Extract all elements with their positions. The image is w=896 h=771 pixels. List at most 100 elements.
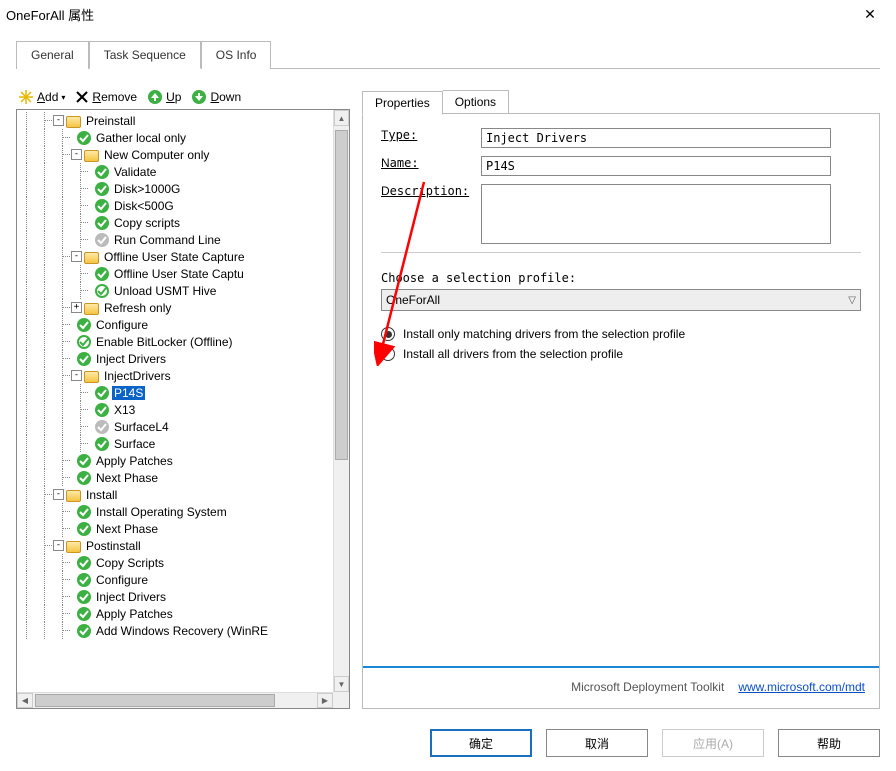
tree-node[interactable]: -New Computer only (17, 146, 333, 163)
up-button[interactable]: Up (147, 89, 181, 105)
tree-node[interactable]: SurfaceL4 (17, 418, 333, 435)
status-check-icon (95, 165, 109, 179)
tab-os-info[interactable]: OS Info (201, 41, 272, 69)
tree-node[interactable]: Run Command Line (17, 231, 333, 248)
subtab-options[interactable]: Options (443, 90, 509, 114)
scroll-left-icon[interactable]: ◀ (17, 693, 33, 708)
status-check-icon (95, 284, 109, 298)
tree-node[interactable]: -Offline User State Capture (17, 248, 333, 265)
tree-node[interactable]: Install Operating System (17, 503, 333, 520)
selection-profile-dropdown[interactable]: OneForAll ▽ (381, 289, 861, 311)
collapse-icon[interactable]: - (53, 540, 64, 551)
tree-node[interactable]: Offline User State Captu (17, 265, 333, 282)
tree-node[interactable]: Enable BitLocker (Offline) (17, 333, 333, 350)
tree-node[interactable]: Disk>1000G (17, 180, 333, 197)
tree-node[interactable]: -Preinstall (17, 112, 333, 129)
status-check-icon (95, 420, 109, 434)
tree-node[interactable]: Next Phase (17, 520, 333, 537)
tree-node[interactable]: Configure (17, 571, 333, 588)
expand-icon[interactable]: + (71, 302, 82, 313)
help-button[interactable]: 帮助 (778, 729, 880, 757)
scroll-thumb[interactable] (335, 130, 348, 460)
tab-general[interactable]: General (16, 41, 89, 69)
tree-node[interactable]: -Postinstall (17, 537, 333, 554)
sparkle-icon (18, 89, 34, 105)
collapse-icon[interactable]: - (53, 489, 64, 500)
tree-node-label: Next Phase (94, 471, 160, 485)
task-sequence-tree[interactable]: -PreinstallGather local only-New Compute… (16, 109, 350, 709)
tree-node-label: P14S (112, 386, 145, 400)
status-check-icon (95, 386, 109, 400)
collapse-icon[interactable]: - (53, 115, 64, 126)
main-tab-strip: General Task Sequence OS Info (16, 40, 880, 69)
ok-button[interactable]: 确定 (430, 729, 532, 757)
status-check-icon (77, 607, 91, 621)
remove-button[interactable]: Remove (75, 90, 137, 104)
tree-node[interactable]: Validate (17, 163, 333, 180)
status-check-icon (77, 573, 91, 587)
subtab-properties[interactable]: Properties (362, 91, 443, 115)
tree-node[interactable]: +Refresh only (17, 299, 333, 316)
radio-install-matching-label: Install only matching drivers from the s… (403, 327, 685, 341)
tree-node[interactable]: Configure (17, 316, 333, 333)
tree-node[interactable]: Apply Patches (17, 452, 333, 469)
tab-task-sequence[interactable]: Task Sequence (89, 41, 201, 69)
folder-icon (84, 371, 99, 383)
tree-node[interactable]: Inject Drivers (17, 350, 333, 367)
tree-node-label: Enable BitLocker (Offline) (94, 335, 235, 349)
add-button[interactable]: Add ▾ (18, 89, 65, 105)
folder-icon (84, 303, 99, 315)
collapse-icon[interactable]: - (71, 370, 82, 381)
vertical-scrollbar[interactable]: ▲ ▼ (333, 110, 349, 692)
x-icon (75, 90, 89, 104)
tree-node-label: SurfaceL4 (112, 420, 171, 434)
tree-node[interactable]: Surface (17, 435, 333, 452)
tree-node[interactable]: Copy scripts (17, 214, 333, 231)
description-label: Description: (381, 184, 481, 198)
radio-install-matching[interactable] (381, 327, 395, 341)
horizontal-scrollbar[interactable]: ◀ ▶ (17, 692, 333, 708)
tree-node[interactable]: Inject Drivers (17, 588, 333, 605)
tree-node-label: Surface (112, 437, 157, 451)
tree-node-label: Next Phase (94, 522, 160, 536)
tree-node[interactable]: -InjectDrivers (17, 367, 333, 384)
scroll-down-icon[interactable]: ▼ (334, 676, 349, 692)
description-field[interactable] (481, 184, 831, 244)
mdt-link[interactable]: www.microsoft.com/mdt (738, 680, 865, 694)
tree-node[interactable]: Copy Scripts (17, 554, 333, 571)
scroll-right-icon[interactable]: ▶ (317, 693, 333, 708)
name-field[interactable] (481, 156, 831, 176)
collapse-icon[interactable]: - (71, 251, 82, 262)
status-check-icon (77, 335, 91, 349)
scroll-thumb-h[interactable] (35, 694, 275, 707)
tree-node[interactable]: -Install (17, 486, 333, 503)
brand-text: Microsoft Deployment Toolkit (571, 680, 724, 694)
tree-node[interactable]: Apply Patches (17, 605, 333, 622)
tree-node[interactable]: Gather local only (17, 129, 333, 146)
profile-label: Choose a selection profile: (381, 271, 861, 285)
tree-node-label: Add Windows Recovery (WinRE (94, 624, 270, 638)
status-check-icon (77, 352, 91, 366)
tree-node[interactable]: Add Windows Recovery (WinRE (17, 622, 333, 639)
cancel-button[interactable]: 取消 (546, 729, 648, 757)
tree-node[interactable]: Next Phase (17, 469, 333, 486)
window-title: OneForAll 属性 (6, 5, 850, 24)
status-check-icon (77, 471, 91, 485)
close-button[interactable]: ✕ (850, 6, 890, 23)
down-button[interactable]: Down (191, 89, 241, 105)
tree-node[interactable]: Disk<500G (17, 197, 333, 214)
tree-node-label: Unload USMT Hive (112, 284, 218, 298)
status-check-icon (77, 624, 91, 638)
arrow-up-icon (147, 89, 163, 105)
collapse-icon[interactable]: - (71, 149, 82, 160)
tree-node-label: Install Operating System (94, 505, 229, 519)
scroll-up-icon[interactable]: ▲ (334, 110, 349, 126)
tree-node[interactable]: Unload USMT Hive (17, 282, 333, 299)
tree-node-label: Validate (112, 165, 158, 179)
tree-node[interactable]: X13 (17, 401, 333, 418)
tree-node-label: Apply Patches (94, 607, 175, 621)
status-check-icon (77, 505, 91, 519)
properties-tab-strip: Properties Options (362, 90, 880, 114)
tree-node[interactable]: P14S (17, 384, 333, 401)
radio-install-all[interactable] (381, 347, 395, 361)
